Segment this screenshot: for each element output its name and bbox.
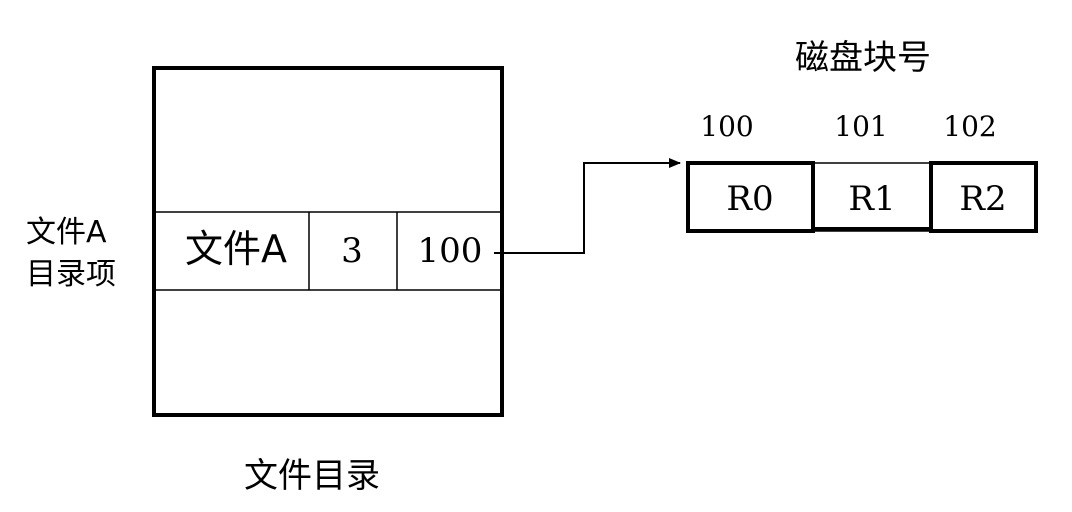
contiguous-allocation-diagram: 文件A 3 100 文件A 目录项 文件目录 磁盘块号 100 101 102 …: [26, 38, 1038, 496]
pointer-arrow: [494, 158, 681, 254]
entry-file-length: 3: [341, 231, 363, 271]
block-number-101: 101: [834, 110, 887, 143]
entry-label-line1: 文件A: [26, 215, 107, 250]
block-content-r2: R2: [959, 179, 1006, 219]
block-number-102: 102: [943, 110, 996, 143]
entry-start-block: 100: [418, 231, 483, 271]
entry-file-name: 文件A: [185, 227, 287, 271]
file-directory-table: 文件A 3 100: [152, 66, 504, 417]
block-content-r1: R1: [848, 179, 895, 219]
entry-label-line2: 目录项: [26, 257, 116, 292]
block-number-100: 100: [700, 110, 753, 143]
disk-title: 磁盘块号: [795, 38, 931, 78]
disk-blocks: R0 R1 R2: [686, 161, 1038, 233]
directory-title: 文件目录: [244, 456, 380, 496]
block-content-r0: R0: [726, 179, 773, 219]
